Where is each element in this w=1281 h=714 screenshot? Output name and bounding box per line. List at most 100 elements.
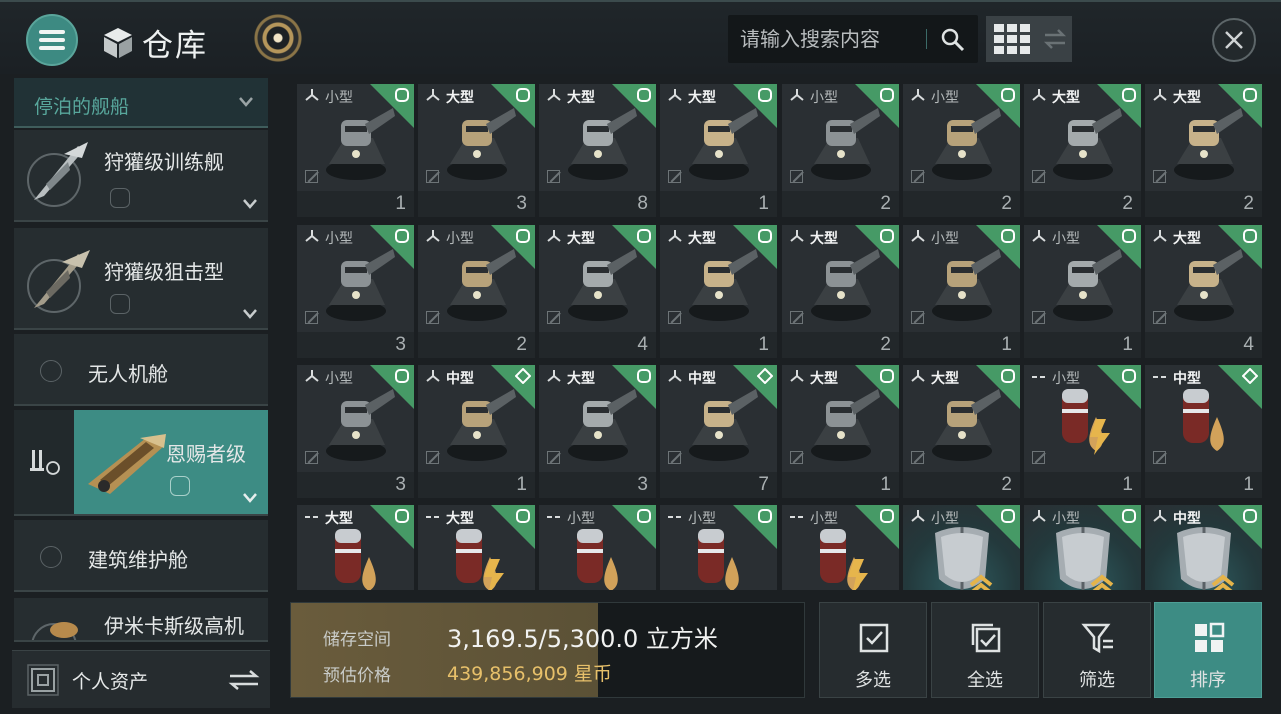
inventory-item[interactable]: 大型 4	[539, 225, 656, 358]
inventory-item[interactable]: 小型 1	[1024, 365, 1141, 498]
inventory-item[interactable]: 中型 7	[660, 365, 777, 498]
assets-cube-icon	[27, 664, 59, 696]
sidebar: 停泊的舰船 狩獾级训练舰 狩獾级狙击型 无人机舱 恩赐者级 建筑维护舱 伊米卡斯…	[10, 72, 272, 708]
circle-badge-icon	[758, 229, 772, 243]
inventory-item[interactable]: 大型 3	[539, 365, 656, 498]
menu-button[interactable]	[26, 14, 78, 66]
inventory-item[interactable]: 小型 1	[1024, 225, 1141, 358]
chevron-down-icon[interactable]	[242, 308, 258, 320]
size-tag: 小型	[911, 228, 959, 248]
inventory-item[interactable]: 大型	[297, 505, 414, 590]
item-grid: 小型 1 大型 3 大型 8 大型 1 小型 2 小型 2 大型 2 大型 2 …	[286, 74, 1270, 590]
inventory-item[interactable]: 小型 2	[782, 84, 899, 217]
list-view-icon[interactable]	[1038, 16, 1072, 62]
inventory-item[interactable]: 大型 4	[1145, 225, 1262, 358]
item-size-label: 小型	[1052, 371, 1080, 387]
inventory-item[interactable]: 大型 1	[782, 365, 899, 498]
circle-badge-icon	[395, 229, 409, 243]
size-tag: 小型	[547, 508, 595, 528]
item-size-label: 小型	[446, 231, 474, 247]
close-button[interactable]	[1212, 18, 1256, 62]
size-tag: 小型	[305, 87, 353, 107]
ship-fit-tab[interactable]	[14, 410, 74, 514]
item-size-label: 小型	[1052, 511, 1080, 527]
charge-slot-icon	[668, 510, 682, 526]
item-quantity: 7	[758, 474, 769, 495]
circle-badge-icon	[1001, 509, 1015, 523]
inventory-item[interactable]: 大型 1	[660, 225, 777, 358]
charge-slot-icon	[547, 510, 561, 526]
checkbox-icon	[859, 623, 889, 653]
inventory-item[interactable]: 小型 3	[297, 225, 414, 358]
inventory-item[interactable]: 小型	[903, 505, 1020, 590]
circle-badge-icon	[395, 88, 409, 102]
inventory-item[interactable]: 小型 3	[297, 365, 414, 498]
inventory-item[interactable]: 大型 3	[418, 84, 535, 217]
estimated-price-value: 439,856,909 星币	[447, 663, 612, 685]
filter-button[interactable]: 筛选	[1043, 602, 1151, 698]
select-all-button[interactable]: 全选	[931, 602, 1039, 698]
charge-slot-icon	[1032, 370, 1046, 386]
chevron-down-icon[interactable]	[242, 492, 258, 504]
inventory-item[interactable]: 大型 2	[903, 365, 1020, 498]
docked-ships-dropdown[interactable]: 停泊的舰船	[14, 78, 268, 128]
charge-slot-icon	[305, 510, 319, 526]
sidebar-ship-bestower[interactable]: 恩赐者级	[14, 410, 268, 516]
search-input[interactable]	[740, 25, 930, 53]
inventory-item[interactable]: 小型 1	[297, 84, 414, 217]
inventory-item[interactable]: 大型 1	[660, 84, 777, 217]
inventory-item[interactable]: 小型	[782, 505, 899, 590]
item-size-label: 大型	[688, 90, 716, 106]
item-quantity: 2	[1001, 193, 1012, 214]
inventory-item[interactable]: 小型	[1024, 505, 1141, 590]
hardpoint-icon	[911, 88, 925, 106]
chevron-down-icon[interactable]	[242, 198, 258, 210]
grid-view-icon[interactable]	[986, 16, 1038, 62]
circle-badge-icon	[880, 369, 894, 383]
inventory-item[interactable]: 小型 1	[903, 225, 1020, 358]
item-size-label: 小型	[325, 90, 353, 106]
inventory-item[interactable]: 小型 2	[418, 225, 535, 358]
inventory-item[interactable]: 大型	[418, 505, 535, 590]
size-tag: 大型	[426, 508, 474, 528]
inventory-item[interactable]: 大型 2	[1024, 84, 1141, 217]
search-icon[interactable]	[940, 27, 966, 53]
item-quantity: 2	[1243, 193, 1254, 214]
item-quantity: 1	[880, 474, 891, 495]
circle-badge-icon	[637, 229, 651, 243]
inventory-item[interactable]: 大型 8	[539, 84, 656, 217]
item-size-label: 小型	[810, 90, 838, 106]
sidebar-structure-bay[interactable]: 建筑维护舱	[14, 520, 268, 592]
sort-button[interactable]: 排序	[1154, 602, 1262, 698]
select-all-label: 全选	[967, 670, 1003, 691]
circle-badge-icon	[637, 509, 651, 523]
multi-select-button[interactable]: 多选	[819, 602, 927, 698]
size-tag: 小型	[790, 87, 838, 107]
sidebar-ship-sniper[interactable]: 狩獾级狙击型	[14, 228, 268, 330]
locked-checkbox-icon	[426, 311, 439, 324]
inventory-item[interactable]: 中型 1	[418, 365, 535, 498]
personal-assets-button[interactable]: 个人资产	[12, 650, 270, 708]
inventory-item[interactable]: 中型 1	[1145, 365, 1262, 498]
circle-badge-icon	[1243, 88, 1257, 102]
ship-name: 恩赐者级	[166, 442, 246, 466]
inventory-item[interactable]: 小型 2	[903, 84, 1020, 217]
item-quantity: 4	[1243, 334, 1254, 355]
inventory-item[interactable]: 大型 2	[1145, 84, 1262, 217]
size-tag: 小型	[790, 508, 838, 528]
drone-bay-icon	[110, 188, 130, 208]
item-quantity: 2	[1122, 193, 1133, 214]
inventory-item[interactable]: 大型 2	[782, 225, 899, 358]
hardpoint-icon	[547, 88, 561, 106]
inventory-item[interactable]: 小型	[660, 505, 777, 590]
diamond-badge-icon	[757, 368, 773, 384]
sidebar-ship-imicus[interactable]: 伊米卡斯级高机	[14, 598, 268, 642]
sidebar-drone-bay[interactable]: 无人机舱	[14, 334, 268, 406]
locked-checkbox-icon	[1153, 451, 1166, 464]
locked-checkbox-icon	[1153, 311, 1166, 324]
sidebar-ship-trainer[interactable]: 狩獾级训练舰	[14, 130, 268, 222]
inventory-item[interactable]: 小型	[539, 505, 656, 590]
ship-status-icon[interactable]	[252, 12, 304, 64]
inventory-item[interactable]: 中型	[1145, 505, 1262, 590]
ship-thumbnail-icon	[88, 434, 166, 494]
